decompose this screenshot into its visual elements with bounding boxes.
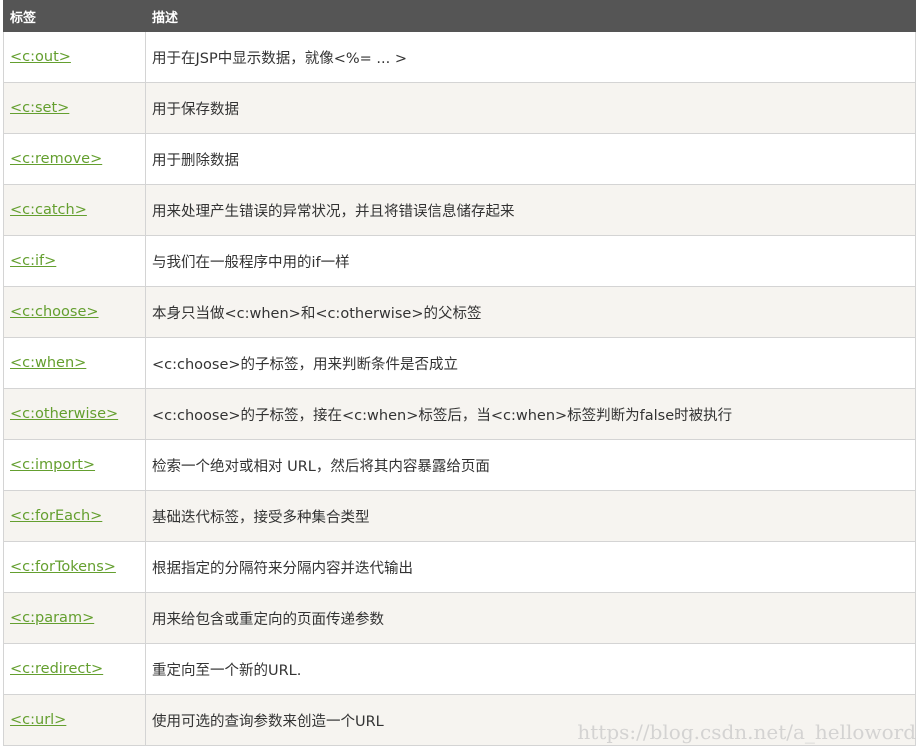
- tag-cell: <c:param>: [3, 592, 146, 644]
- description-cell: 用于保存数据: [145, 82, 916, 134]
- tag-link[interactable]: <c:forEach>: [10, 508, 102, 524]
- tag-cell: <c:when>: [3, 337, 146, 389]
- jstl-core-tags-table: 标签 描述 <c:out> 用于在JSP中显示数据，就像<%= ... > <c:s…: [3, 0, 916, 746]
- description-cell: 与我们在一般程序中用的if一样: [145, 235, 916, 287]
- table-row: <c:choose> 本身只当做<c:when>和<c:otherwise>的父标…: [3, 286, 916, 338]
- table-row: <c:when> <c:choose>的子标签，用来判断条件是否成立: [3, 337, 916, 389]
- description-cell: 用于在JSP中显示数据，就像<%= ... >: [145, 31, 916, 83]
- tag-link[interactable]: <c:if>: [10, 253, 56, 269]
- tag-cell: <c:forEach>: [3, 490, 146, 542]
- description-cell: <c:choose>的子标签，接在<c:when>标签后，当<c:when>标签…: [145, 388, 916, 440]
- table-row: <c:forTokens> 根据指定的分隔符来分隔内容并迭代输出: [3, 541, 916, 593]
- tag-cell: <c:choose>: [3, 286, 146, 338]
- table-row: <c:if> 与我们在一般程序中用的if一样: [3, 235, 916, 287]
- description-cell: <c:choose>的子标签，用来判断条件是否成立: [145, 337, 916, 389]
- tag-cell: <c:redirect>: [3, 643, 146, 695]
- table-header-row: 标签 描述: [3, 0, 916, 32]
- table-body: <c:out> 用于在JSP中显示数据，就像<%= ... > <c:set> 用于保…: [3, 31, 916, 746]
- description-cell: 使用可选的查询参数来创造一个URL: [145, 694, 916, 746]
- tag-cell: <c:set>: [3, 82, 146, 134]
- description-cell: 检索一个绝对或相对 URL，然后将其内容暴露给页面: [145, 439, 916, 491]
- table-row: <c:catch> 用来处理产生错误的异常状况，并且将错误信息储存起来: [3, 184, 916, 236]
- table-row: <c:set> 用于保存数据: [3, 82, 916, 134]
- tag-link[interactable]: <c:catch>: [10, 202, 87, 218]
- tag-link[interactable]: <c:set>: [10, 100, 69, 116]
- header-tag: 标签: [3, 0, 146, 32]
- table-row: <c:import> 检索一个绝对或相对 URL，然后将其内容暴露给页面: [3, 439, 916, 491]
- tag-link[interactable]: <c:otherwise>: [10, 406, 118, 422]
- tag-link[interactable]: <c:forTokens>: [10, 559, 116, 575]
- tag-cell: <c:out>: [3, 31, 146, 83]
- description-cell: 用来给包含或重定向的页面传递参数: [145, 592, 916, 644]
- tag-link[interactable]: <c:import>: [10, 457, 95, 473]
- tag-link[interactable]: <c:redirect>: [10, 661, 103, 677]
- tag-link[interactable]: <c:out>: [10, 49, 71, 65]
- tag-link[interactable]: <c:when>: [10, 355, 86, 371]
- table-row: <c:url> 使用可选的查询参数来创造一个URL: [3, 694, 916, 746]
- tag-link[interactable]: <c:param>: [10, 610, 94, 626]
- description-cell: 基础迭代标签，接受多种集合类型: [145, 490, 916, 542]
- tag-cell: <c:catch>: [3, 184, 146, 236]
- tag-cell: <c:otherwise>: [3, 388, 146, 440]
- tag-cell: <c:if>: [3, 235, 146, 287]
- table-row: <c:redirect> 重定向至一个新的URL.: [3, 643, 916, 695]
- description-cell: 用于删除数据: [145, 133, 916, 185]
- tag-cell: <c:import>: [3, 439, 146, 491]
- table-row: <c:otherwise> <c:choose>的子标签，接在<c:when>标签…: [3, 388, 916, 440]
- table-row: <c:forEach> 基础迭代标签，接受多种集合类型: [3, 490, 916, 542]
- description-cell: 本身只当做<c:when>和<c:otherwise>的父标签: [145, 286, 916, 338]
- description-cell: 重定向至一个新的URL.: [145, 643, 916, 695]
- table-row: <c:out> 用于在JSP中显示数据，就像<%= ... >: [3, 31, 916, 83]
- tag-link[interactable]: <c:remove>: [10, 151, 102, 167]
- table-row: <c:param> 用来给包含或重定向的页面传递参数: [3, 592, 916, 644]
- table-row: <c:remove> 用于删除数据: [3, 133, 916, 185]
- description-cell: 用来处理产生错误的异常状况，并且将错误信息储存起来: [145, 184, 916, 236]
- header-description: 描述: [145, 0, 916, 32]
- description-cell: 根据指定的分隔符来分隔内容并迭代输出: [145, 541, 916, 593]
- tag-cell: <c:remove>: [3, 133, 146, 185]
- tag-cell: <c:url>: [3, 694, 146, 746]
- tag-cell: <c:forTokens>: [3, 541, 146, 593]
- tag-link[interactable]: <c:choose>: [10, 304, 99, 320]
- tag-link[interactable]: <c:url>: [10, 712, 66, 728]
